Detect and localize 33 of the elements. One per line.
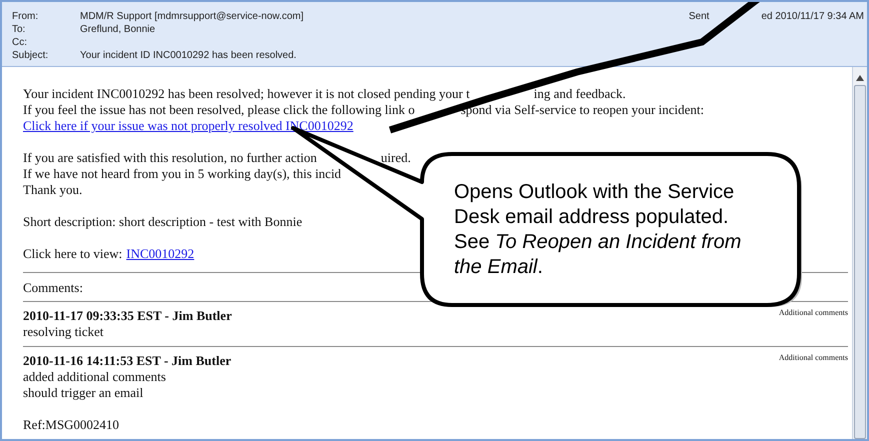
comment-type: Additional comments: [778, 308, 848, 318]
comment-text: resolving ticket: [23, 324, 104, 339]
header-value: ed 2010/11/17 9:34 AM: [761, 10, 864, 23]
header-label: Sent: [688, 10, 710, 23]
message-text: Thank you.: [23, 182, 82, 198]
comment-heading: 2010-11-17 09:33:35 EST - Jim Butler: [23, 308, 232, 324]
scrollbar-thumb[interactable]: [854, 85, 866, 439]
comment-type: Additional comments: [778, 353, 848, 363]
scrollbar[interactable]: [852, 67, 867, 439]
message-text: If you feel the issue has not been resolved, please click the following link o: [23, 102, 415, 118]
message-text: If you are satisfied with this resolution, no further action: [23, 150, 317, 166]
header-label: From:: [12, 10, 40, 23]
header-value: Your incident ID INC0010292 has been resolved.: [80, 49, 296, 62]
comments-title: Comments:: [23, 280, 83, 295]
reopen-link[interactable]: Click here if your issue was not properly resolved INC0010292: [23, 118, 354, 133]
message-text: ing and feedback.: [534, 86, 626, 102]
message-text: If we have not heard from you in 5 working day(s), this incid: [23, 166, 342, 182]
reference-text: Ref:MSG0002410: [23, 417, 120, 432]
header-value: Greflund, Bonnie: [80, 23, 156, 36]
header-label: Subject:: [12, 49, 50, 62]
comment-text: should trigger an email: [23, 385, 144, 400]
header-value: MDM/R Support [mdmrsupport@service-now.com]: [80, 10, 304, 23]
callout-text: Opens Outlook with the Service Desk email address populated. See To Reopen an Incident from the Email.: [454, 181, 742, 278]
message-text: Short description: short description - test with Bonnie: [23, 214, 302, 230]
message-text: Click here to view:: [23, 246, 122, 262]
header-label: To:: [12, 23, 26, 36]
comment-text: added additional comments: [23, 369, 166, 384]
scroll-up-icon[interactable]: [856, 75, 864, 81]
message-text: Your incident INC0010292 has been resolved; however it is not closed pending your t: [23, 86, 470, 102]
header-label: Cc:: [12, 36, 28, 49]
incident-link[interactable]: INC0010292: [126, 246, 194, 262]
comment-heading: 2010-11-16 14:11:53 EST - Jim Butler: [23, 353, 232, 369]
message-text: uired.: [380, 150, 411, 166]
